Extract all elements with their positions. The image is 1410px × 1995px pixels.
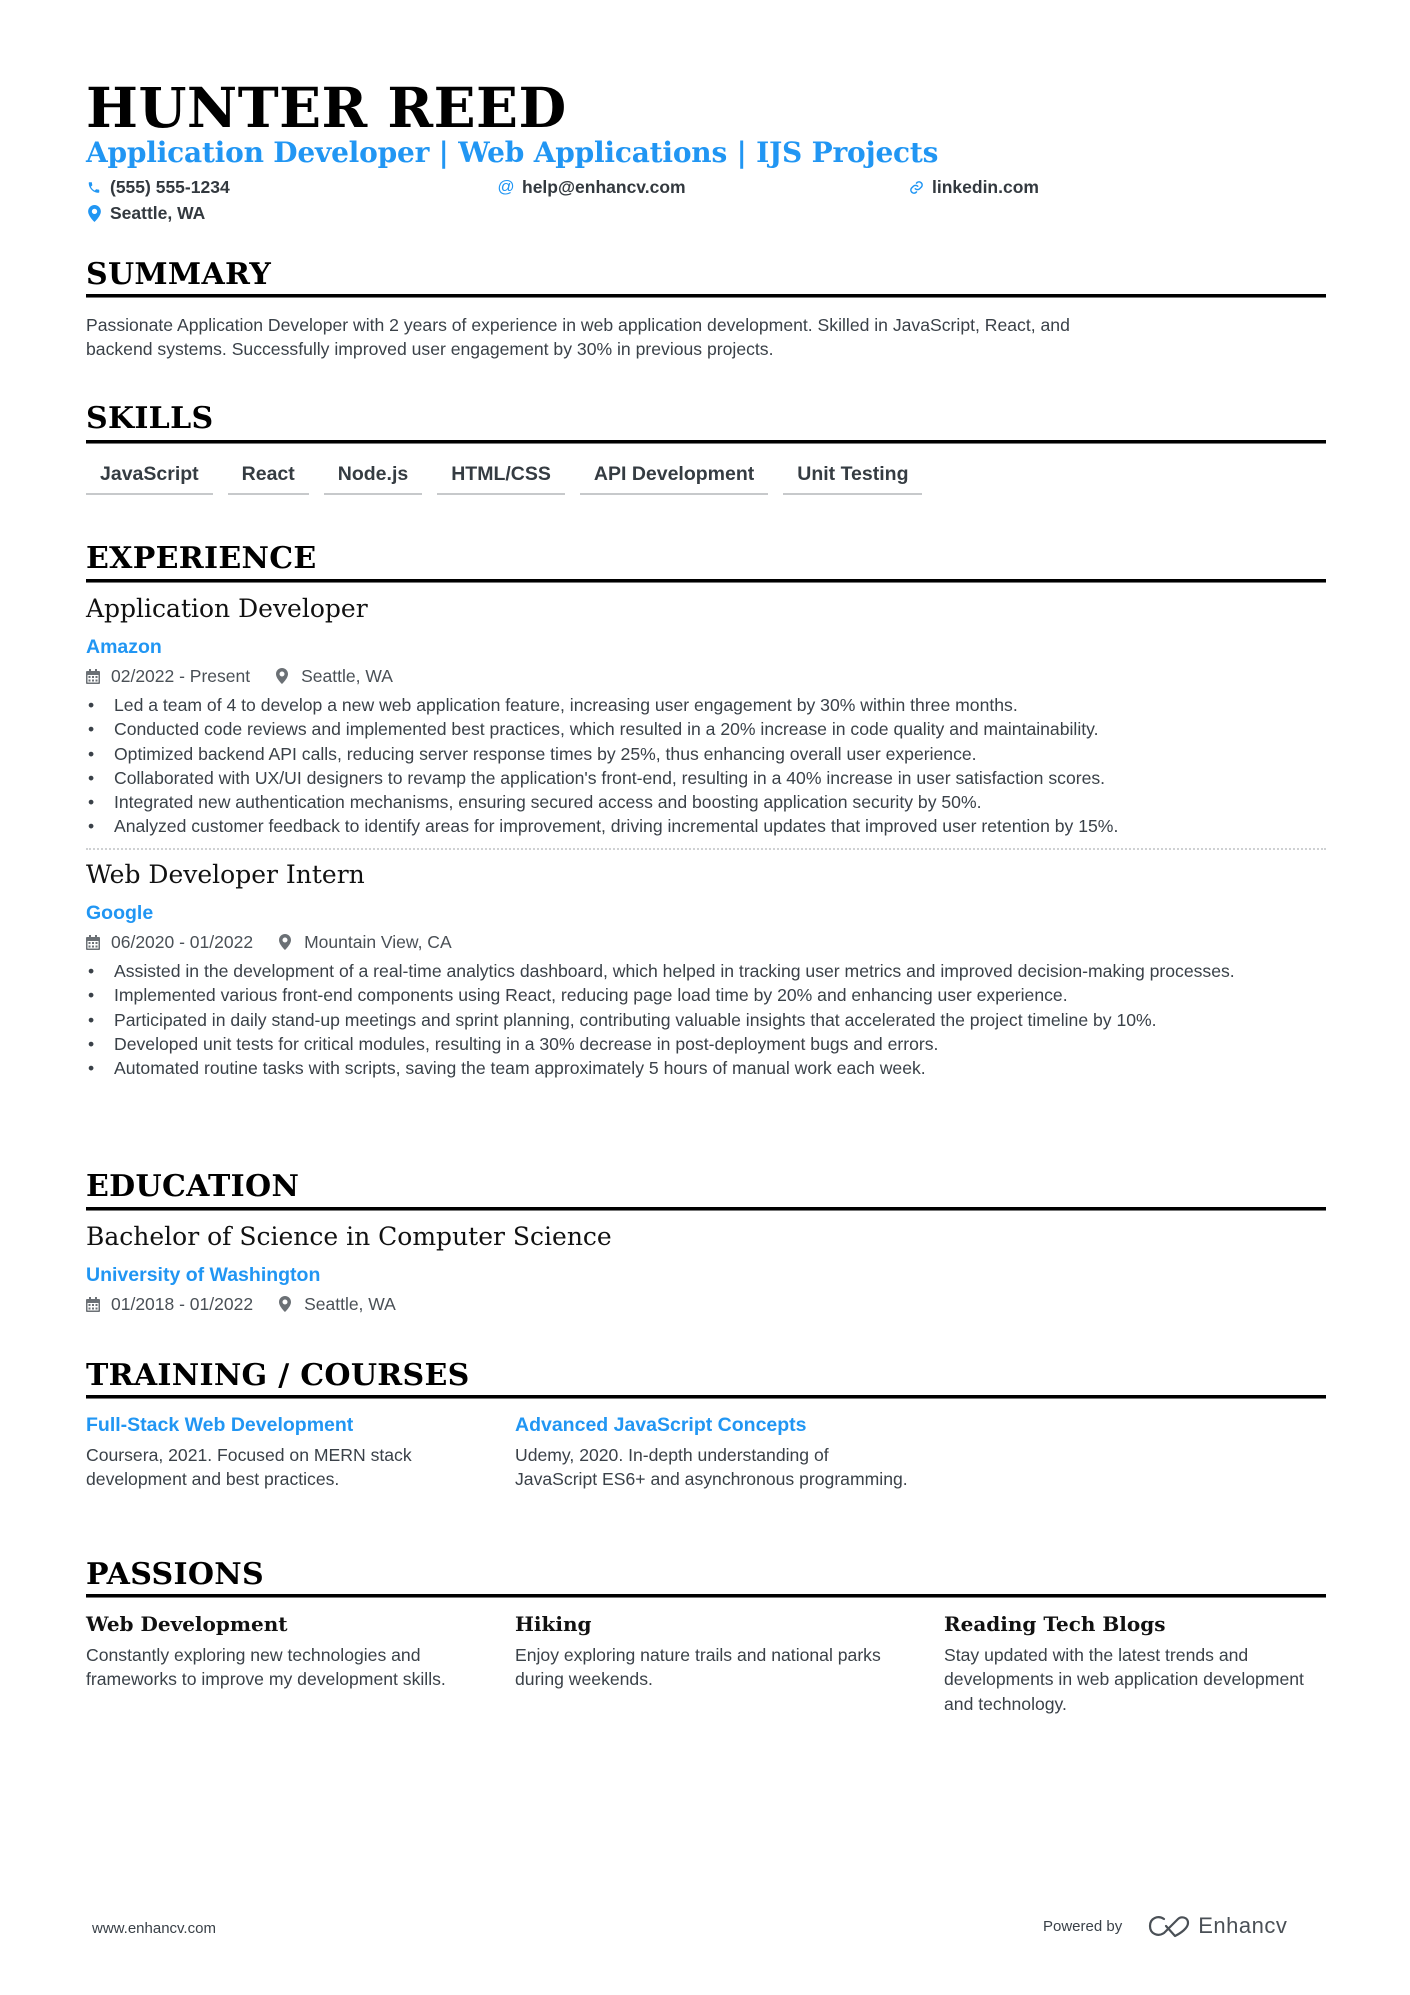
phone-text: (555) 555-1234 <box>110 176 230 197</box>
passions-divider <box>86 1594 1326 1598</box>
education-location: Seattle, WA <box>304 1294 396 1314</box>
passion-description: Stay updated with the latest trends and … <box>944 1645 1304 1714</box>
location-text: Seattle, WA <box>110 202 206 223</box>
bullet-item: Optimized backend API calls, reducing se… <box>86 742 1326 767</box>
passion-description: Enjoy exploring nature trails and nation… <box>515 1645 881 1690</box>
skills-list: JavaScript React Node.js HTML/CSS API De… <box>86 462 937 495</box>
phone-icon <box>86 178 102 196</box>
skill-tag: HTML/CSS <box>437 462 565 495</box>
bullet-item: Integrated new authentication mechanisms… <box>86 790 1326 815</box>
skill-tag: Node.js <box>323 462 423 495</box>
school-name: University of Washington <box>86 1264 321 1286</box>
passion-title: Reading Tech Blogs <box>944 1612 1166 1636</box>
summary-line: backend systems. Successfully improved u… <box>86 339 774 360</box>
degree-title: Bachelor of Science in Computer Science <box>86 1222 612 1251</box>
passion-title: Web Development <box>86 1612 288 1636</box>
enhancv-brand: Enhancv <box>1198 1913 1288 1938</box>
course-description: Udemy, 2020. In-depth understanding of J… <box>515 1445 908 1490</box>
bullet-item: Implemented various front-end components… <box>86 983 1306 1008</box>
skills-heading: SKILLS <box>86 401 214 436</box>
contact-phone: (555) 555-1234 <box>86 176 230 198</box>
job-separator <box>86 848 1326 850</box>
linkedin-text[interactable]: linkedin.com <box>932 177 1039 198</box>
bullet-item: Analyzed customer feedback to identify a… <box>86 814 1326 839</box>
location-pin-icon <box>279 1296 294 1312</box>
training-heading: TRAINING / COURSES <box>86 1358 470 1393</box>
summary-divider <box>86 294 1326 298</box>
job-meta: 06/2020 - 01/2022 Mountain View, CA <box>86 931 452 953</box>
at-icon: @ <box>497 177 515 196</box>
bullet-item: Developed unit tests for critical module… <box>86 1032 1306 1057</box>
skills-divider <box>86 440 1326 444</box>
link-icon <box>908 178 924 196</box>
bullet-item: Assisted in the development of a real-ti… <box>86 959 1306 984</box>
education-divider <box>86 1207 1326 1211</box>
education-heading: EDUCATION <box>86 1169 300 1204</box>
summary-line: Passionate Application Developer with 2 … <box>86 315 1070 335</box>
calendar-icon <box>86 1296 101 1312</box>
job-bullets: Assisted in the development of a real-ti… <box>86 959 1306 1081</box>
job-location: Seattle, WA <box>301 666 393 686</box>
course-title: Full-Stack Web Development <box>86 1414 354 1436</box>
skill-tag: JavaScript <box>86 462 213 495</box>
experience-divider <box>86 579 1326 583</box>
skill-tag: React <box>227 462 309 495</box>
calendar-icon <box>86 934 101 950</box>
job-dates: 02/2022 - Present <box>111 666 251 686</box>
bullet-item: Led a team of 4 to develop a new web app… <box>86 693 1326 718</box>
footer-powered-by: Powered by Enhancv <box>1043 1913 1287 1939</box>
job-title: Web Developer Intern <box>86 860 365 889</box>
job-dates: 06/2020 - 01/2022 <box>111 932 254 952</box>
passion-title: Hiking <box>515 1612 592 1636</box>
candidate-headline: Application Developer | Web Applications… <box>86 136 939 169</box>
location-pin-icon <box>276 668 291 684</box>
passions-heading: PASSIONS <box>86 1557 264 1592</box>
calendar-icon <box>86 668 101 684</box>
bullet-item: Automated routine tasks with scripts, sa… <box>86 1056 1306 1081</box>
powered-by-label: Powered by <box>1043 1917 1123 1935</box>
passion-description: Constantly exploring new technologies an… <box>86 1645 446 1690</box>
enhancv-logo[interactable]: Enhancv <box>1148 1913 1287 1939</box>
company-name: Google <box>86 902 154 924</box>
job-location: Mountain View, CA <box>304 932 452 952</box>
location-pin-icon <box>86 204 102 222</box>
course-description: Coursera, 2021. Focused on MERN stack de… <box>86 1445 412 1490</box>
skill-tag: Unit Testing <box>783 462 923 495</box>
contact-linkedin: linkedin.com <box>908 176 1039 198</box>
job-bullets: Led a team of 4 to develop a new web app… <box>86 693 1326 839</box>
bullet-item: Collaborated with UX/UI designers to rev… <box>86 766 1326 791</box>
job-title: Application Developer <box>86 594 368 623</box>
candidate-name: HUNTER REED <box>86 75 567 140</box>
skill-tag: API Development <box>579 462 769 495</box>
contact-location: Seattle, WA <box>86 202 205 224</box>
summary-heading: SUMMARY <box>86 257 272 292</box>
footer-website[interactable]: www.enhancv.com <box>92 1920 216 1937</box>
bullet-item: Conducted code reviews and implemented b… <box>86 717 1326 742</box>
summary-text: Passionate Application Developer with 2 … <box>86 313 1070 362</box>
education-meta: 01/2018 - 01/2022 Seattle, WA <box>86 1293 396 1315</box>
enhancv-logo-icon <box>1149 1916 1190 1938</box>
location-pin-icon <box>279 934 294 950</box>
email-text[interactable]: help@enhancv.com <box>522 177 686 198</box>
experience-heading: EXPERIENCE <box>86 541 317 576</box>
contact-email: @ help@enhancv.com <box>497 176 686 198</box>
job-meta: 02/2022 - Present Seattle, WA <box>86 665 393 687</box>
education-dates: 01/2018 - 01/2022 <box>111 1294 254 1314</box>
bullet-item: Participated in daily stand-up meetings … <box>86 1008 1306 1033</box>
training-divider <box>86 1395 1326 1399</box>
company-name: Amazon <box>86 636 162 658</box>
course-title: Advanced JavaScript Concepts <box>515 1414 807 1436</box>
